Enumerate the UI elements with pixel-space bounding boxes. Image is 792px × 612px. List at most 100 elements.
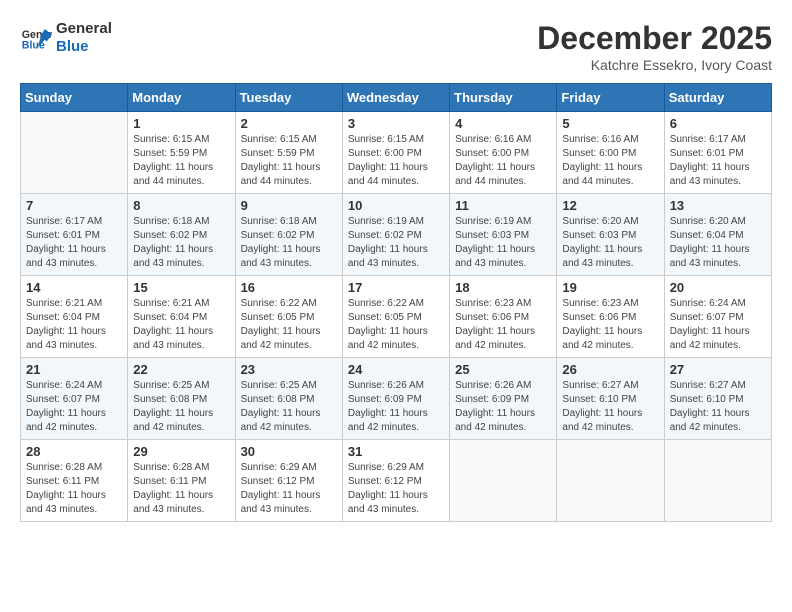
day-number: 3 (348, 116, 444, 131)
calendar-header-row: SundayMondayTuesdayWednesdayThursdayFrid… (21, 84, 772, 112)
day-info: Sunrise: 6:17 AMSunset: 6:01 PMDaylight:… (26, 215, 122, 271)
calendar-cell: 31 Sunrise: 6:29 AMSunset: 6:12 PMDayligh… (342, 440, 449, 522)
calendar-cell: 3 Sunrise: 6:15 AMSunset: 6:00 PMDaylight… (342, 112, 449, 194)
day-info: Sunrise: 6:27 AMSunset: 6:10 PMDaylight:… (670, 379, 766, 435)
calendar-cell: 21Sunrise: 6:24 AMSunset: 6:07 PMDayligh… (21, 358, 128, 440)
day-number: 21 (26, 362, 122, 377)
day-number: 15 (133, 280, 229, 295)
header-thursday: Thursday (450, 84, 557, 112)
day-info: Sunrise: 6:22 AMSunset: 6:05 PMDaylight:… (241, 297, 337, 353)
calendar-week-row: 28Sunrise: 6:28 AMSunset: 6:11 PMDayligh… (21, 440, 772, 522)
day-info: Sunrise: 6:21 AMSunset: 6:04 PMDaylight:… (133, 297, 229, 353)
day-info: Sunrise: 6:20 AMSunset: 6:03 PMDaylight:… (562, 215, 658, 271)
day-number: 14 (26, 280, 122, 295)
calendar-cell: 25 Sunrise: 6:26 AMSunset: 6:09 PMDayligh… (450, 358, 557, 440)
day-info: Sunrise: 6:18 AMSunset: 6:02 PMDaylight:… (241, 215, 337, 271)
calendar-cell: 30Sunrise: 6:29 AMSunset: 6:12 PMDayligh… (235, 440, 342, 522)
header-friday: Friday (557, 84, 664, 112)
day-info: Sunrise: 6:21 AMSunset: 6:04 PMDaylight:… (26, 297, 122, 353)
calendar-cell: 27 Sunrise: 6:27 AMSunset: 6:10 PMDayligh… (664, 358, 771, 440)
day-info: Sunrise: 6:23 AMSunset: 6:06 PMDaylight:… (562, 297, 658, 353)
calendar-cell: 22Sunrise: 6:25 AMSunset: 6:08 PMDayligh… (128, 358, 235, 440)
calendar-cell: 14 Sunrise: 6:21 AMSunset: 6:04 PMDayligh… (21, 276, 128, 358)
day-number: 1 (133, 116, 229, 131)
calendar-cell: 28Sunrise: 6:28 AMSunset: 6:11 PMDayligh… (21, 440, 128, 522)
day-number: 26 (562, 362, 658, 377)
calendar-cell: 5Sunrise: 6:16 AMSunset: 6:00 PMDaylight… (557, 112, 664, 194)
day-info: Sunrise: 6:20 AMSunset: 6:04 PMDaylight:… (670, 215, 766, 271)
day-number: 10 (348, 198, 444, 213)
calendar-cell: 9 Sunrise: 6:18 AMSunset: 6:02 PMDaylight… (235, 194, 342, 276)
day-number: 27 (670, 362, 766, 377)
header-tuesday: Tuesday (235, 84, 342, 112)
day-number: 11 (455, 198, 551, 213)
day-number: 16 (241, 280, 337, 295)
calendar-cell (450, 440, 557, 522)
day-number: 9 (241, 198, 337, 213)
day-number: 20 (670, 280, 766, 295)
day-number: 18 (455, 280, 551, 295)
day-number: 29 (133, 444, 229, 459)
logo-line1: General (56, 20, 112, 38)
day-number: 24 (348, 362, 444, 377)
calendar-cell: 12 Sunrise: 6:20 AMSunset: 6:03 PMDayligh… (557, 194, 664, 276)
day-info: Sunrise: 6:19 AMSunset: 6:03 PMDaylight:… (455, 215, 551, 271)
day-number: 7 (26, 198, 122, 213)
day-number: 25 (455, 362, 551, 377)
calendar-cell: 15 Sunrise: 6:21 AMSunset: 6:04 PMDayligh… (128, 276, 235, 358)
calendar-cell: 20 Sunrise: 6:24 AMSunset: 6:07 PMDayligh… (664, 276, 771, 358)
header-monday: Monday (128, 84, 235, 112)
day-info: Sunrise: 6:17 AMSunset: 6:01 PMDaylight:… (670, 133, 766, 189)
day-info: Sunrise: 6:29 AMSunset: 6:12 PMDaylight:… (241, 461, 337, 517)
day-number: 2 (241, 116, 337, 131)
day-number: 31 (348, 444, 444, 459)
calendar-cell (557, 440, 664, 522)
day-info: Sunrise: 6:27 AMSunset: 6:10 PMDaylight:… (562, 379, 658, 435)
calendar-week-row: 7 Sunrise: 6:17 AMSunset: 6:01 PMDaylight… (21, 194, 772, 276)
calendar-cell: 8Sunrise: 6:18 AMSunset: 6:02 PMDaylight… (128, 194, 235, 276)
calendar-cell (21, 112, 128, 194)
day-info: Sunrise: 6:25 AMSunset: 6:08 PMDaylight:… (241, 379, 337, 435)
calendar-cell: 7 Sunrise: 6:17 AMSunset: 6:01 PMDaylight… (21, 194, 128, 276)
calendar-cell: 13Sunrise: 6:20 AMSunset: 6:04 PMDayligh… (664, 194, 771, 276)
header-saturday: Saturday (664, 84, 771, 112)
day-info: Sunrise: 6:22 AMSunset: 6:05 PMDaylight:… (348, 297, 444, 353)
calendar-week-row: 21Sunrise: 6:24 AMSunset: 6:07 PMDayligh… (21, 358, 772, 440)
day-number: 12 (562, 198, 658, 213)
page-header: General Blue General Blue December 2025 … (20, 20, 772, 73)
calendar-cell: 16 Sunrise: 6:22 AMSunset: 6:05 PMDayligh… (235, 276, 342, 358)
day-number: 6 (670, 116, 766, 131)
logo: General Blue General Blue (20, 20, 112, 56)
day-info: Sunrise: 6:24 AMSunset: 6:07 PMDaylight:… (670, 297, 766, 353)
day-number: 5 (562, 116, 658, 131)
day-info: Sunrise: 6:18 AMSunset: 6:02 PMDaylight:… (133, 215, 229, 271)
logo-line2: Blue (56, 38, 112, 56)
day-info: Sunrise: 6:23 AMSunset: 6:06 PMDaylight:… (455, 297, 551, 353)
header-sunday: Sunday (21, 84, 128, 112)
day-number: 4 (455, 116, 551, 131)
day-number: 22 (133, 362, 229, 377)
location-label: Katchre Essekro, Ivory Coast (537, 57, 772, 73)
calendar-cell: 11 Sunrise: 6:19 AMSunset: 6:03 PMDayligh… (450, 194, 557, 276)
calendar-cell (664, 440, 771, 522)
calendar-cell: 26 Sunrise: 6:27 AMSunset: 6:10 PMDayligh… (557, 358, 664, 440)
calendar-cell: 10 Sunrise: 6:19 AMSunset: 6:02 PMDayligh… (342, 194, 449, 276)
day-number: 19 (562, 280, 658, 295)
day-info: Sunrise: 6:29 AMSunset: 6:12 PMDaylight:… (348, 461, 444, 517)
calendar-cell: 18 Sunrise: 6:23 AMSunset: 6:06 PMDayligh… (450, 276, 557, 358)
day-info: Sunrise: 6:26 AMSunset: 6:09 PMDaylight:… (455, 379, 551, 435)
day-info: Sunrise: 6:15 AMSunset: 6:00 PMDaylight:… (348, 133, 444, 189)
calendar-cell: 29 Sunrise: 6:28 AMSunset: 6:11 PMDayligh… (128, 440, 235, 522)
calendar-cell: 24 Sunrise: 6:26 AMSunset: 6:09 PMDayligh… (342, 358, 449, 440)
month-year-title: December 2025 (537, 20, 772, 57)
day-info: Sunrise: 6:26 AMSunset: 6:09 PMDaylight:… (348, 379, 444, 435)
day-info: Sunrise: 6:15 AMSunset: 5:59 PMDaylight:… (241, 133, 337, 189)
day-info: Sunrise: 6:16 AMSunset: 6:00 PMDaylight:… (455, 133, 551, 189)
day-info: Sunrise: 6:28 AMSunset: 6:11 PMDaylight:… (133, 461, 229, 517)
day-info: Sunrise: 6:19 AMSunset: 6:02 PMDaylight:… (348, 215, 444, 271)
calendar-week-row: 1 Sunrise: 6:15 AMSunset: 5:59 PMDaylight… (21, 112, 772, 194)
title-block: December 2025 Katchre Essekro, Ivory Coa… (537, 20, 772, 73)
day-number: 23 (241, 362, 337, 377)
calendar-cell: 6 Sunrise: 6:17 AMSunset: 6:01 PMDaylight… (664, 112, 771, 194)
calendar-cell: 1Sunrise: 6:15 AMSunset: 5:59 PMDaylight… (128, 112, 235, 194)
